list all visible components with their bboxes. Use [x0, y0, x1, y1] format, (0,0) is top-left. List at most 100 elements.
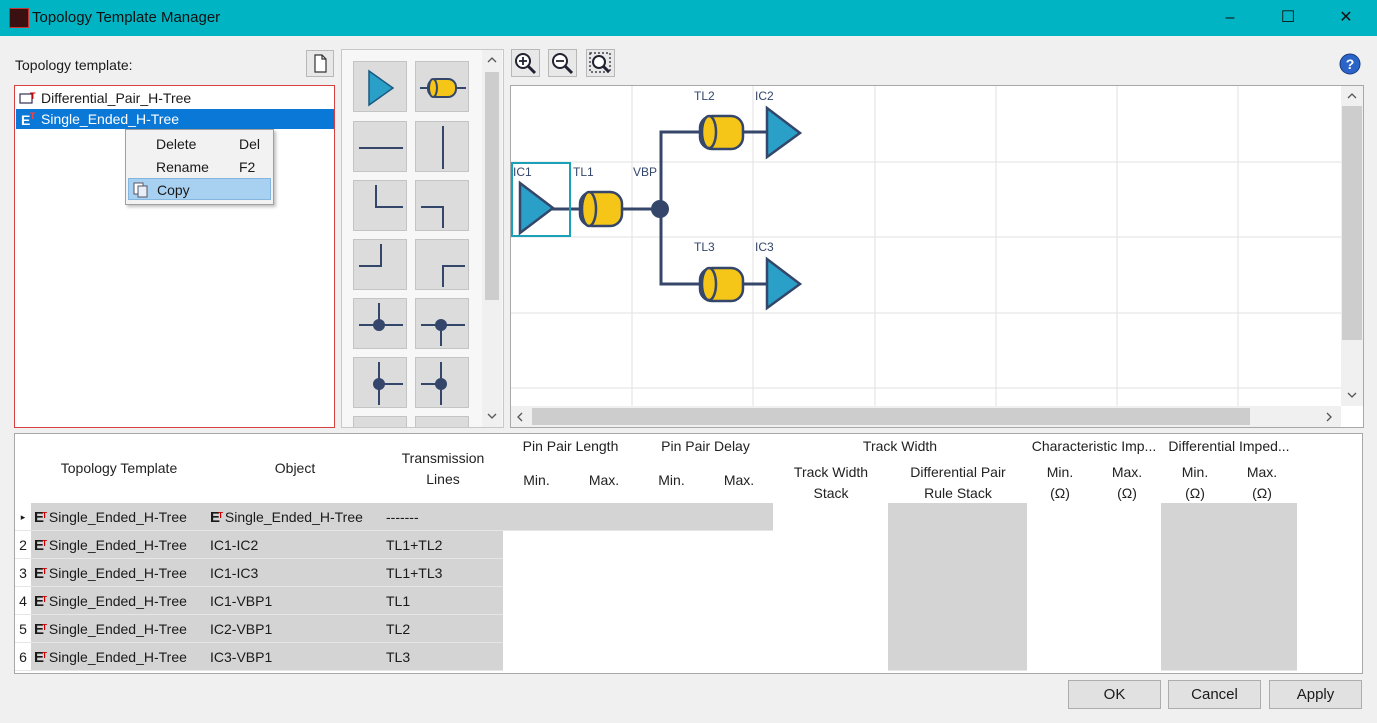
col-pin-pair-length[interactable]: Pin Pair Length: [503, 438, 638, 458]
table-cell-template[interactable]: ET Single_Ended_H-Tree: [31, 559, 207, 587]
minimize-button[interactable]: –: [1207, 0, 1253, 36]
zoom-out-button[interactable]: [548, 49, 577, 77]
apply-button[interactable]: Apply: [1269, 680, 1362, 709]
col-track-width-stack[interactable]: Track Width Stack: [791, 462, 871, 502]
template-type-icon: ET: [34, 537, 48, 554]
table-cell-lines[interactable]: -------: [383, 503, 503, 531]
palette-hline-button[interactable]: [353, 121, 407, 172]
template-item-single-ended[interactable]: ET Single_Ended_H-Tree: [16, 109, 334, 129]
table-cell-lines[interactable]: TL2: [383, 615, 503, 643]
menu-item-copy[interactable]: Copy: [128, 178, 271, 200]
col-topology-template[interactable]: Topology Template: [31, 434, 207, 502]
table-cell-object[interactable]: ET Single_Ended_H-Tree: [207, 503, 383, 531]
zoom-fit-button[interactable]: [586, 49, 615, 77]
col-object[interactable]: Object: [207, 434, 383, 502]
scroll-right-icon[interactable]: [1325, 412, 1333, 422]
maximize-button[interactable]: ☐: [1265, 0, 1311, 36]
corner-top-left-icon: [359, 244, 382, 267]
help-icon[interactable]: ?: [1338, 52, 1362, 76]
table-cell-diff-pair-rule-stack[interactable]: [888, 503, 1027, 671]
table-cell-lines[interactable]: TL1+TL3: [383, 559, 503, 587]
palette-tee-down-button[interactable]: [415, 298, 469, 349]
scroll-up-icon[interactable]: [1347, 92, 1357, 100]
vertical-wire-icon: [442, 126, 444, 169]
tee-junction-icon: [421, 362, 447, 405]
cancel-button[interactable]: Cancel: [1168, 680, 1261, 709]
col-ppl-min[interactable]: Min.: [503, 472, 570, 492]
scroll-thumb[interactable]: [532, 408, 1250, 425]
table-cell-object[interactable]: IC2-VBP1: [207, 615, 383, 643]
new-template-button[interactable]: [306, 50, 334, 77]
topology-template-label: Topology template:: [15, 57, 133, 73]
tee-junction-icon: [359, 303, 403, 331]
col-ppl-max[interactable]: Max.: [570, 472, 638, 492]
col-di-max[interactable]: Max. (Ω): [1239, 462, 1285, 502]
topology-canvas[interactable]: IC1 TL1 VBP TL2 IC2 TL3 IC3: [510, 85, 1364, 428]
ic1-symbol: [518, 180, 556, 236]
table-cell-empty[interactable]: [503, 503, 773, 531]
new-template-icon: [314, 54, 327, 73]
canvas-horizontal-scrollbar[interactable]: [511, 406, 1341, 427]
col-diff-pair-rule-stack[interactable]: Differential Pair Rule Stack: [895, 462, 1021, 502]
ok-button[interactable]: OK: [1068, 680, 1161, 709]
col-track-width[interactable]: Track Width: [773, 438, 1027, 458]
template-item-differential[interactable]: T Differential_Pair_H-Tree: [16, 88, 334, 108]
cell-text: Single_Ended_H-Tree: [48, 537, 187, 553]
palette-tee-up-button[interactable]: [353, 298, 407, 349]
col-ppd-min[interactable]: Min.: [638, 472, 705, 492]
palette-corner-bl-button[interactable]: [353, 180, 407, 231]
scroll-thumb[interactable]: [485, 72, 499, 300]
col-differential-imped[interactable]: Differential Imped...: [1161, 438, 1297, 458]
col-di-min[interactable]: Min. (Ω): [1173, 462, 1217, 502]
zoom-in-button[interactable]: [511, 49, 540, 77]
table-cell-lines[interactable]: TL1: [383, 587, 503, 615]
col-transmission-lines[interactable]: Transmission Lines: [383, 448, 503, 488]
scroll-left-icon[interactable]: [516, 412, 524, 422]
template-type-icon: ET: [34, 593, 48, 610]
table-cell-template[interactable]: ET Single_Ended_H-Tree: [31, 615, 207, 643]
scroll-up-icon[interactable]: [487, 56, 497, 64]
col-characteristic-imp[interactable]: Characteristic Imp...: [1027, 438, 1161, 458]
tl3-symbol: [698, 266, 745, 303]
palette-tee-right-button[interactable]: [353, 357, 407, 408]
cell-text: Single_Ended_H-Tree: [48, 621, 187, 637]
table-cell-template[interactable]: ET Single_Ended_H-Tree: [31, 531, 207, 559]
palette-scrollbar[interactable]: [482, 50, 502, 427]
table-cell-object[interactable]: IC1-IC2: [207, 531, 383, 559]
scroll-down-icon[interactable]: [487, 412, 497, 420]
row-selector-icon[interactable]: ▸: [15, 503, 31, 531]
canvas-vertical-scrollbar[interactable]: [1341, 86, 1363, 406]
menu-item-rename[interactable]: Rename F2: [128, 156, 271, 178]
col-pin-pair-delay[interactable]: Pin Pair Delay: [638, 438, 773, 458]
col-ppd-max[interactable]: Max.: [705, 472, 773, 492]
zoom-in-icon: [515, 53, 537, 75]
palette-tl-button[interactable]: [415, 61, 469, 112]
tl3-label: TL3: [694, 240, 715, 254]
table-cell-lines[interactable]: TL1+TL2: [383, 531, 503, 559]
col-ci-min[interactable]: Min. (Ω): [1037, 462, 1083, 502]
topology-grid[interactable]: Topology Template Object Transmission Li…: [14, 433, 1363, 674]
col-ci-max[interactable]: Max. (Ω): [1105, 462, 1149, 502]
table-cell-template[interactable]: ET Single_Ended_H-Tree: [31, 503, 207, 531]
palette-vline-button[interactable]: [415, 121, 469, 172]
table-cell-object[interactable]: IC3-VBP1: [207, 643, 383, 671]
menu-item-delete[interactable]: Delete Del: [128, 133, 271, 155]
palette-ic-button[interactable]: [353, 61, 407, 112]
table-cell-differential-impedance[interactable]: [1161, 503, 1297, 671]
palette-tee-left-button[interactable]: [415, 357, 469, 408]
scroll-down-icon[interactable]: [1347, 391, 1357, 399]
palette-corner-tr-button[interactable]: [415, 239, 469, 290]
table-cell-template[interactable]: ET Single_Ended_H-Tree: [31, 643, 207, 671]
palette-corner-tl-button[interactable]: [353, 239, 407, 290]
table-cell-object[interactable]: IC1-VBP1: [207, 587, 383, 615]
ic3-symbol: [765, 256, 803, 311]
table-cell-object[interactable]: IC1-IC3: [207, 559, 383, 587]
close-button[interactable]: ✕: [1323, 0, 1369, 36]
palette-more-button[interactable]: [353, 416, 407, 427]
scroll-thumb[interactable]: [1342, 106, 1362, 340]
table-cell-template[interactable]: ET Single_Ended_H-Tree: [31, 587, 207, 615]
palette-more-button[interactable]: [415, 416, 469, 427]
table-cell-lines[interactable]: TL3: [383, 643, 503, 671]
palette-corner-br-button[interactable]: [415, 180, 469, 231]
svg-text:T: T: [30, 111, 36, 121]
